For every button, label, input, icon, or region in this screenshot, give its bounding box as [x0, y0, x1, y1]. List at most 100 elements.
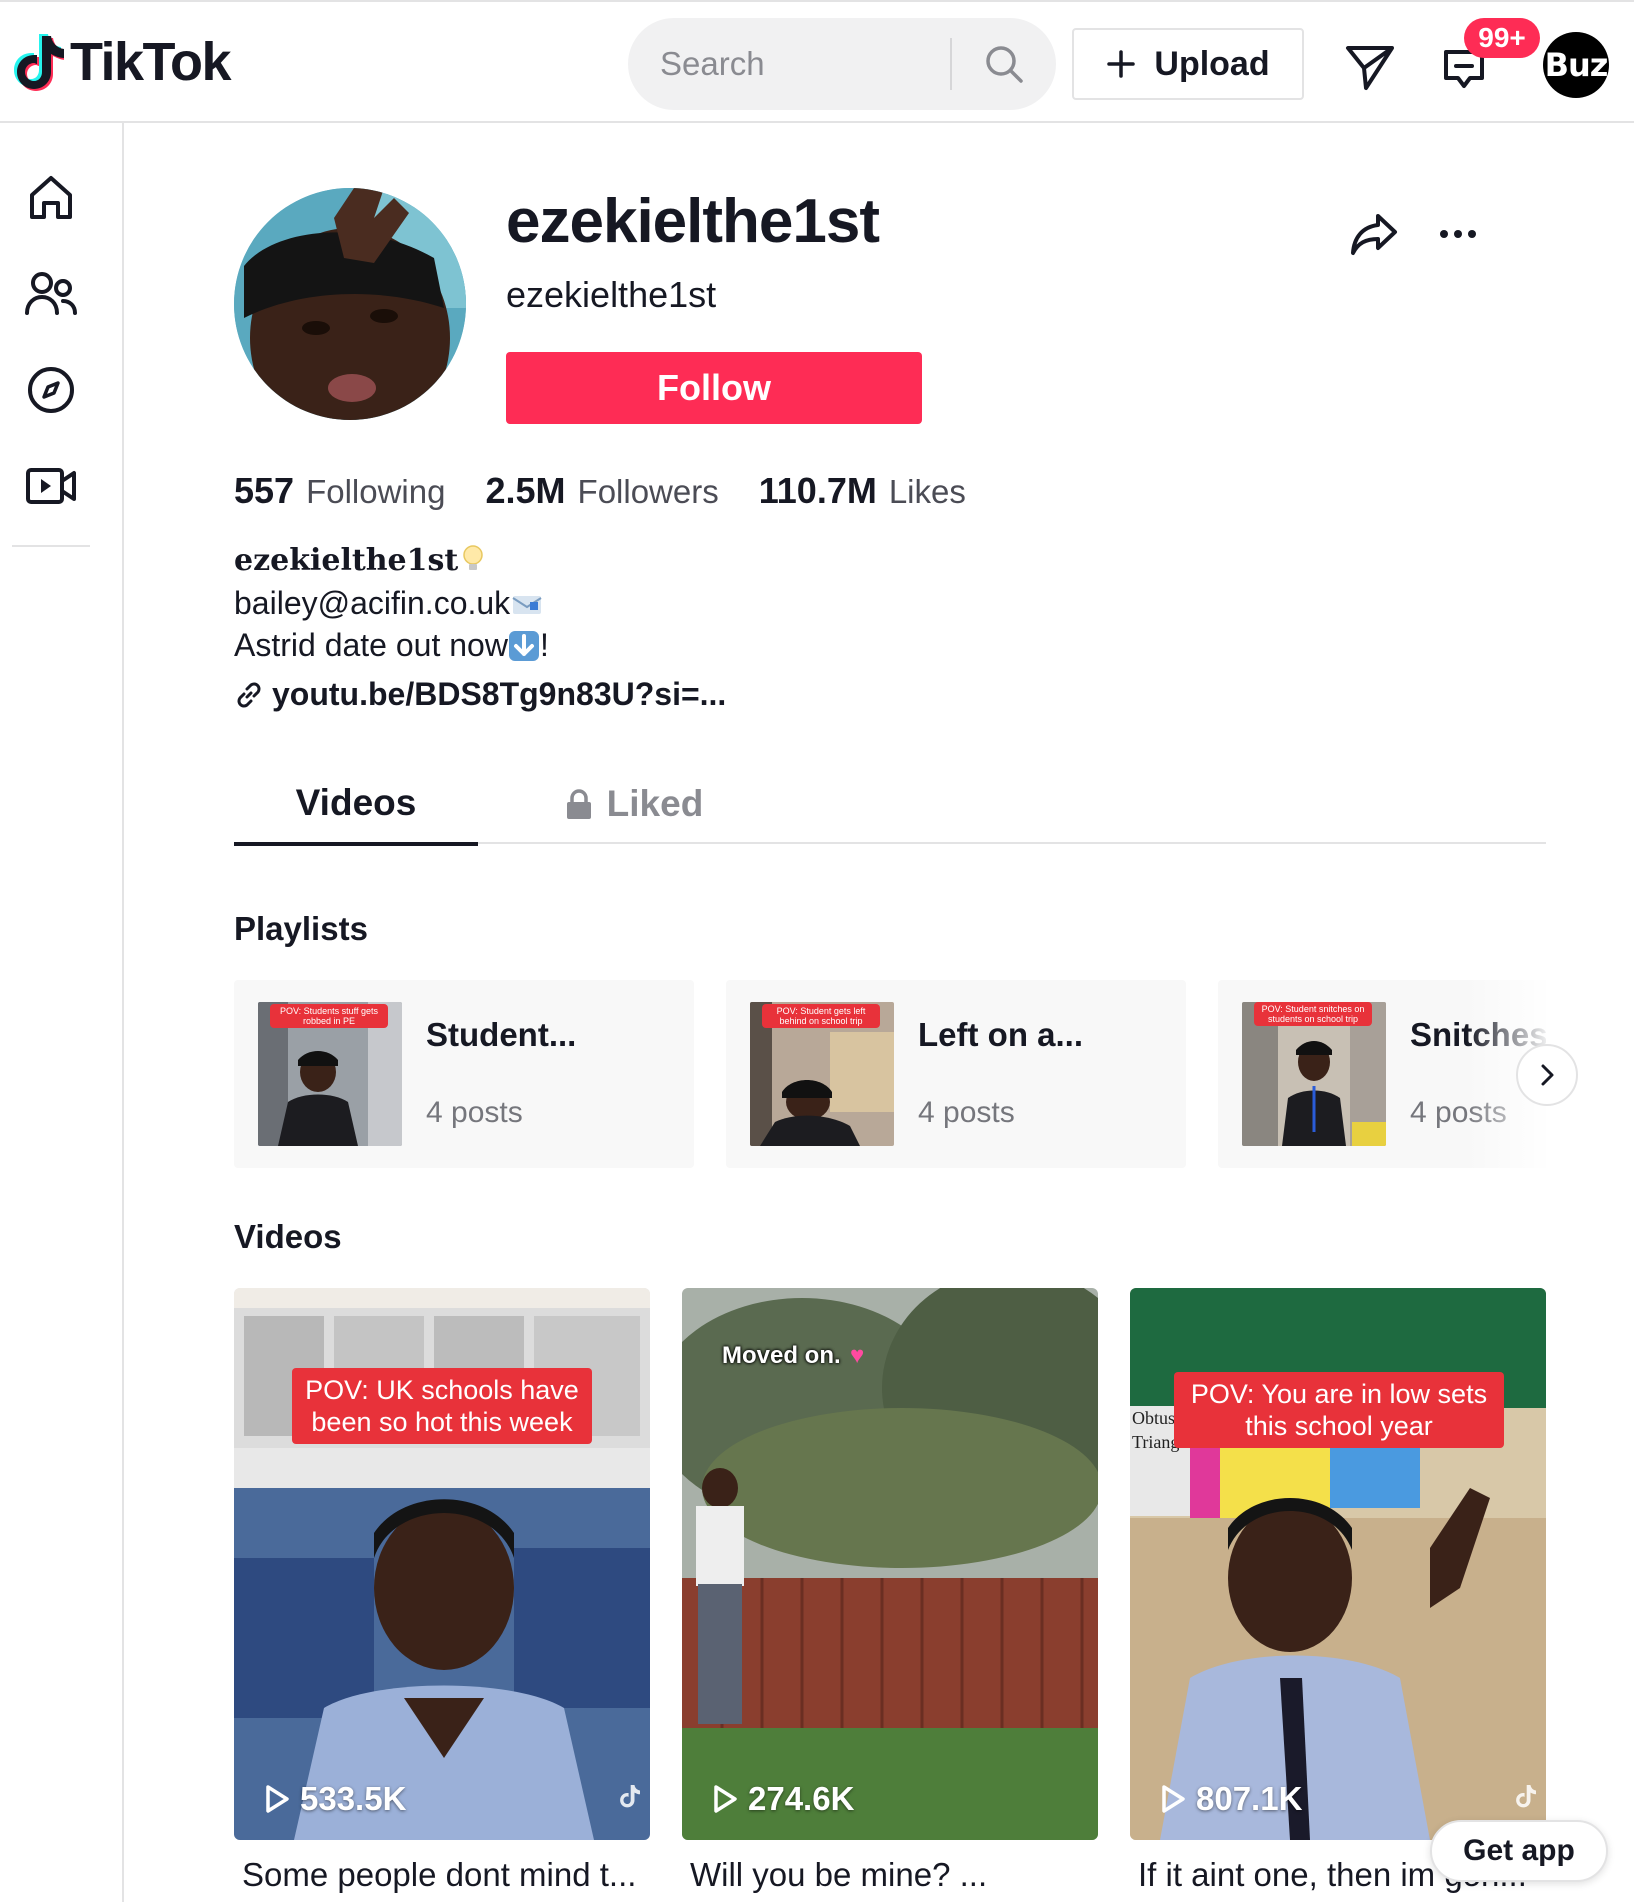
video-caption[interactable]: Some people dont mind t... [242, 1856, 658, 1894]
tab-liked-label: Liked [606, 783, 704, 824]
playlist-count: 4 posts [426, 1096, 523, 1129]
profile-avatar[interactable] [234, 188, 466, 420]
profile-bio: ezekielthe1st bailey@acifin.co.uk Astrid… [234, 538, 549, 666]
video-card[interactable]: POV: UK schools have been so hot this we… [234, 1288, 650, 1840]
video-caption[interactable]: Will you be mine? ... [690, 1856, 1106, 1894]
search-bar [628, 18, 1056, 110]
profile-tabs: Videos Liked [234, 764, 1546, 846]
video-views-count: 533.5K [300, 1780, 407, 1817]
video-views-count: 274.6K [748, 1780, 855, 1817]
stat-value: 110.7M [758, 470, 877, 511]
lightbulb-icon [463, 545, 484, 570]
send-icon [1346, 46, 1394, 90]
video-views: 807.1K [1160, 1780, 1302, 1818]
profile-username: ezekielthe1st [506, 274, 717, 315]
sidebar-divider [12, 545, 90, 547]
share-icon [1351, 214, 1397, 255]
video-views: 274.6K [712, 1780, 854, 1818]
sidebar-item-home[interactable] [22, 169, 80, 227]
following-icon [25, 272, 77, 315]
bio-line: ezekielthe1st [234, 543, 459, 578]
tiktok-logo-icon [14, 34, 64, 91]
video-card[interactable]: Obtuse Triangle POV: You are in low sets… [1130, 1288, 1546, 1840]
playlists-row: POV: Students stuff gets robbed in PE St… [234, 980, 1546, 1168]
heart-icon: ♥ [850, 1342, 865, 1369]
stat-value: 2.5M [485, 470, 566, 511]
bio-line: bailey@acifin.co.uk [234, 585, 511, 621]
video-views: 533.5K [264, 1780, 406, 1818]
tab-liked[interactable]: Liked [534, 764, 734, 844]
home-icon [30, 176, 72, 219]
tiktok-watermark-icon [1516, 1785, 1536, 1808]
live-icon [26, 468, 76, 504]
get-app-button[interactable]: Get app [1430, 1820, 1608, 1882]
video-overlay-text: Moved on. [722, 1342, 841, 1369]
tiktok-watermark-icon [620, 1785, 640, 1808]
sidebar [0, 123, 124, 1902]
sidebar-item-live[interactable] [22, 457, 80, 515]
play-icon [714, 1785, 737, 1813]
sidebar-item-explore[interactable] [22, 361, 80, 419]
notification-badge: 99+ [1464, 18, 1540, 58]
profile-title: ezekielthe1st [506, 187, 880, 256]
follow-button[interactable]: Follow [506, 352, 922, 424]
bio-line-suffix: ! [539, 627, 549, 663]
playlist-thumb-caption: POV: Student gets left behind on school … [762, 1004, 880, 1028]
playlist-thumbnail: POV: Students stuff gets robbed in PE [258, 1002, 402, 1146]
sidebar-item-following[interactable] [22, 265, 80, 323]
link-icon [237, 682, 261, 707]
stat-label: Likes [888, 473, 966, 510]
stat-label: Followers [577, 473, 719, 510]
user-avatar[interactable]: Buz [1543, 32, 1609, 98]
profile-stats: 557 Following 2.5M Followers 110.7M Like… [234, 470, 966, 512]
stat-followers[interactable]: 2.5M Followers [485, 470, 718, 512]
stat-likes: 110.7M Likes [759, 470, 966, 512]
playlist-thumbnail: POV: Student gets left behind on school … [750, 1002, 894, 1146]
tab-videos[interactable]: Videos [234, 764, 478, 846]
playlists-heading: Playlists [234, 910, 368, 947]
playlist-thumbnail: POV: Student snitches on students on sch… [1242, 1002, 1386, 1146]
more-dot-icon [1440, 230, 1448, 238]
tiktok-watermark [1514, 1783, 1536, 1812]
search-input[interactable] [660, 40, 950, 88]
plus-icon [1107, 50, 1136, 78]
stat-following[interactable]: 557 Following [234, 470, 445, 512]
video-overlay-text: POV: UK schools have been so hot this we… [292, 1368, 592, 1444]
search-icon [986, 46, 1023, 83]
more-options-button[interactable] [1428, 204, 1488, 264]
playlist-count: 4 posts [918, 1096, 1015, 1129]
video-thumbnail [682, 1288, 1098, 1840]
playlist-thumb-caption: POV: Student snitches on students on sch… [1254, 1002, 1372, 1026]
lock-icon [566, 789, 591, 819]
video-card[interactable]: Moved on. ♥ 274.6K [682, 1288, 1098, 1840]
envelope-icon [512, 596, 542, 614]
playlist-next-button[interactable] [1516, 1044, 1578, 1106]
stat-value: 557 [234, 470, 295, 511]
play-icon [1162, 1785, 1185, 1813]
playlist-card[interactable]: POV: Student gets left behind on school … [726, 980, 1186, 1168]
more-dot-icon [1454, 230, 1462, 238]
video-views-count: 807.1K [1196, 1780, 1303, 1817]
upload-label: Upload [1154, 44, 1270, 83]
playlist-card[interactable]: POV: Students stuff gets robbed in PE St… [234, 980, 694, 1168]
stat-label: Following [306, 473, 446, 510]
playlist-name: Student... [426, 1016, 577, 1053]
more-dot-icon [1468, 230, 1476, 238]
playlist-thumb-caption: POV: Students stuff gets robbed in PE [270, 1004, 388, 1028]
compass-icon [28, 367, 74, 413]
profile-photo [234, 188, 466, 420]
top-header: TikTok Upload 99+ Buz [0, 0, 1634, 123]
bio-link[interactable]: youtu.be/BDS8Tg9n83U?si=... [234, 676, 726, 713]
search-divider [950, 38, 952, 90]
messages-button[interactable] [1340, 36, 1400, 96]
upload-button[interactable]: Upload [1072, 28, 1304, 100]
video-overlay-text: POV: You are in low sets this school yea… [1174, 1372, 1504, 1448]
tiktok-logo[interactable]: TikTok [12, 30, 232, 94]
bio-line: Astrid date out now [234, 627, 508, 663]
bio-link-text: youtu.be/BDS8Tg9n83U?si=... [272, 676, 727, 712]
down-arrow-icon [508, 631, 539, 661]
share-button[interactable] [1344, 204, 1404, 264]
search-button[interactable] [964, 24, 1044, 104]
video-thumbnail [1130, 1288, 1546, 1840]
chevron-right-icon [1541, 1064, 1554, 1086]
